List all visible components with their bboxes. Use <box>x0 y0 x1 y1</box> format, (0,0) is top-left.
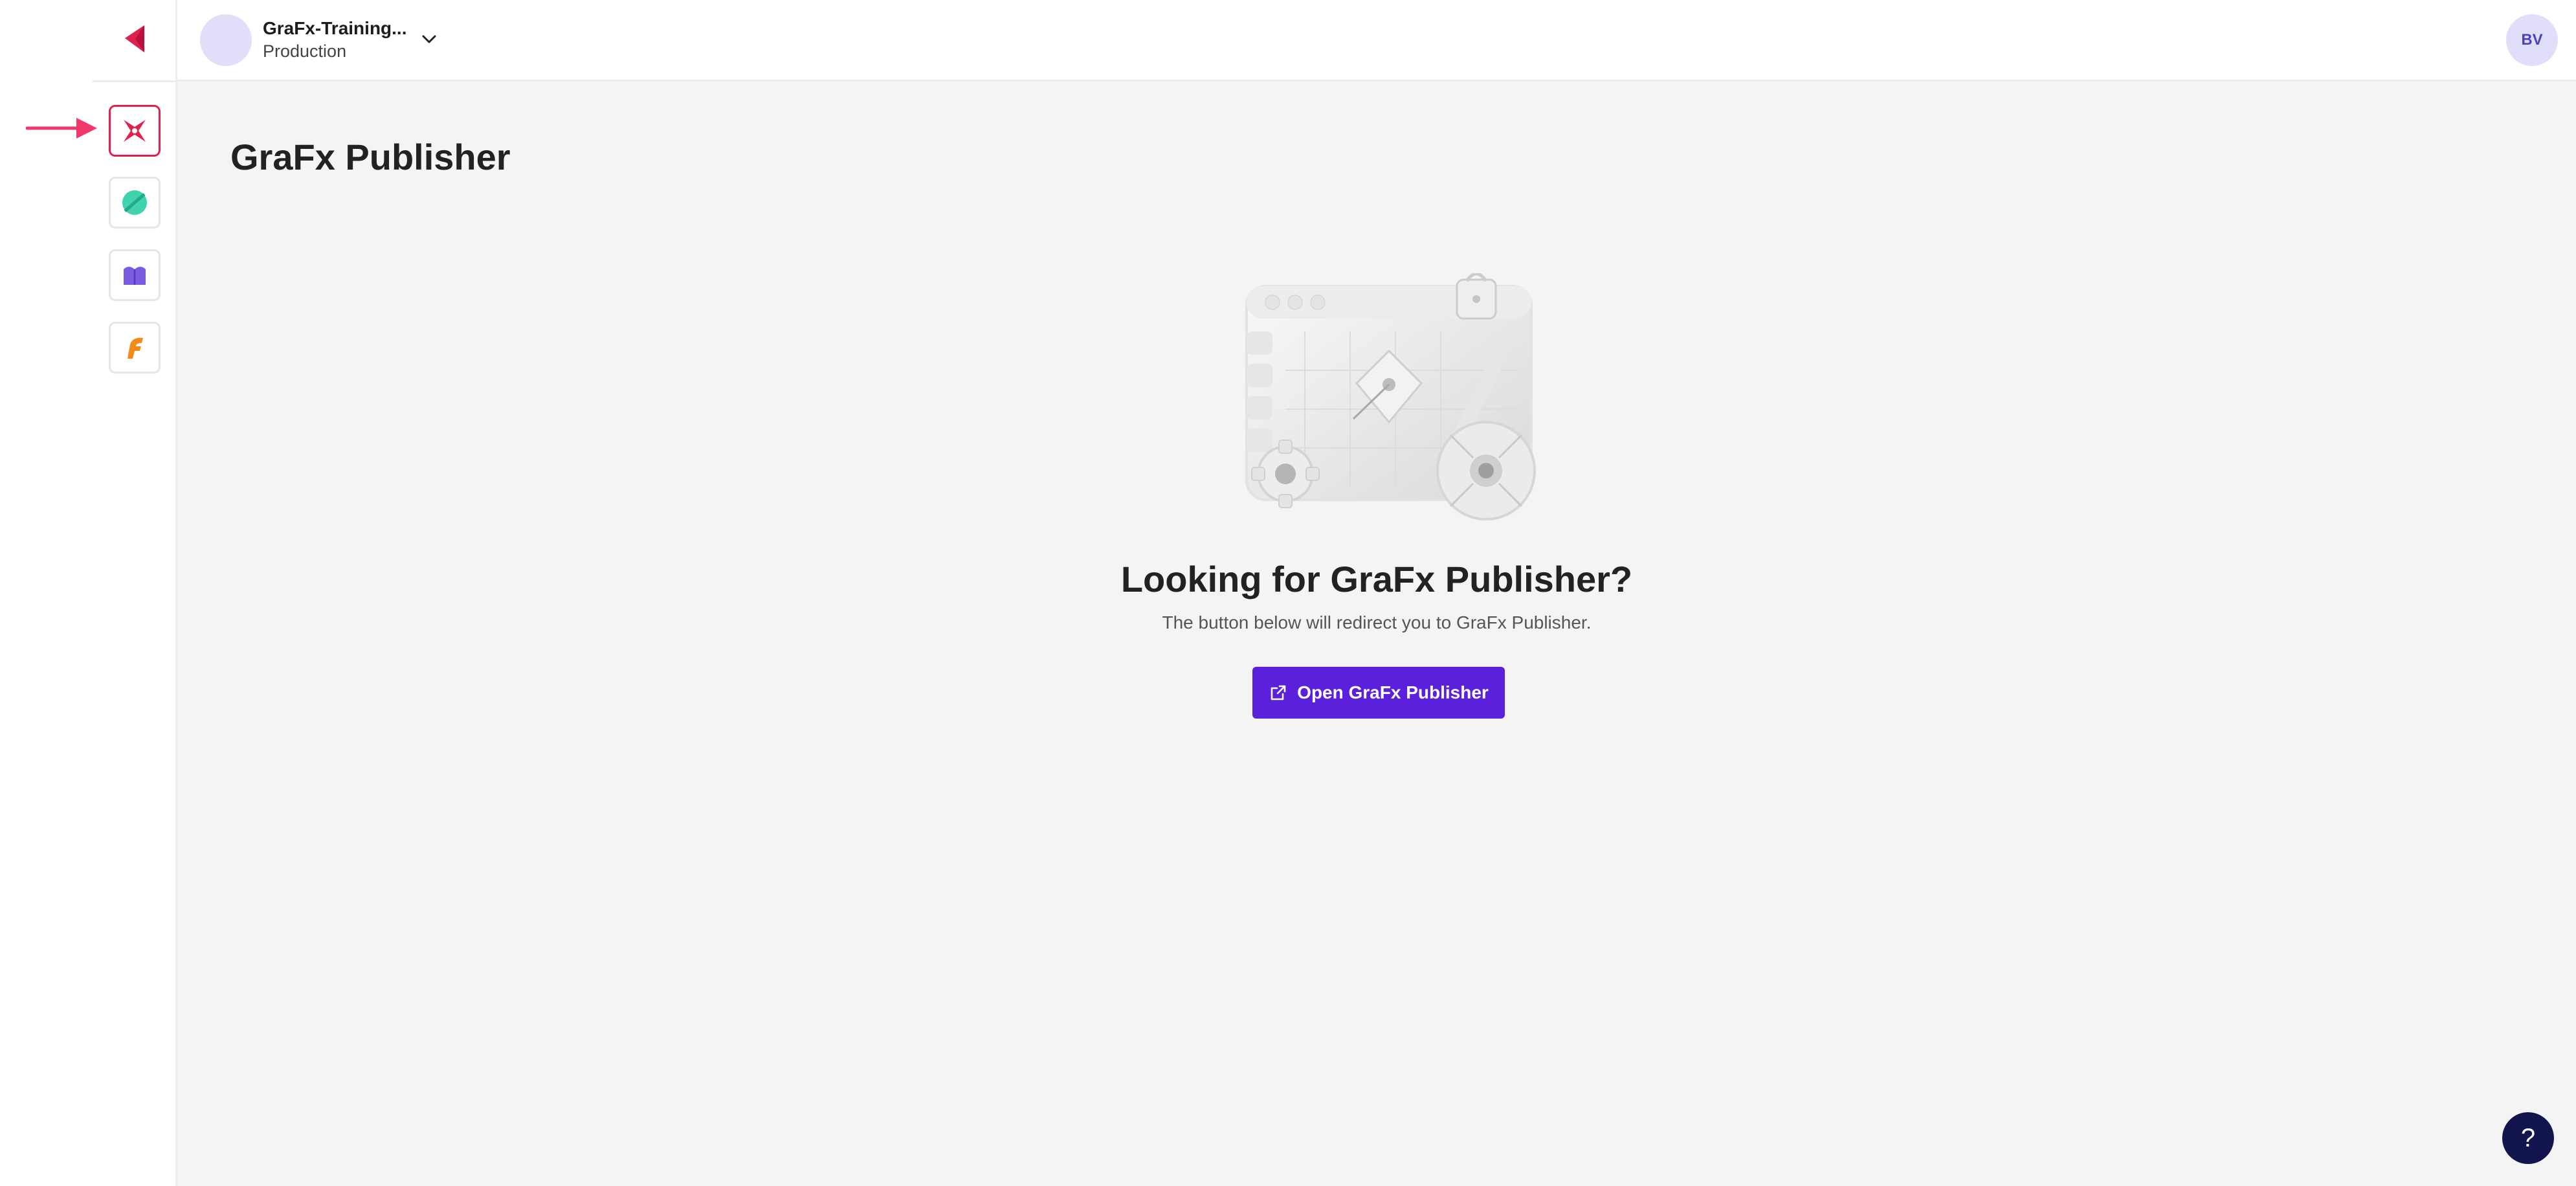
chevron-down-icon[interactable] <box>418 28 440 50</box>
empty-state-description: The button below will redirect you to Gr… <box>1162 612 1592 632</box>
pointer-arrow-icon <box>26 118 97 139</box>
sidebar-item-grafx-app-4[interactable] <box>109 322 161 374</box>
environment-type: Production <box>263 41 347 61</box>
help-label: ? <box>2520 1123 2536 1152</box>
app-shell: GraFx-Training... Production BV GraFx Pu… <box>0 0 2576 1186</box>
chili-logo-icon[interactable] <box>118 23 151 55</box>
teal-leaf-icon <box>122 190 147 215</box>
empty-state-headline: Looking for GraFx Publisher? <box>1120 559 1633 599</box>
external-link-icon <box>1271 685 1286 700</box>
publisher-icon <box>124 120 146 142</box>
help-button[interactable]: ? <box>2502 1112 2554 1164</box>
top-bar: GraFx-Training... Production BV <box>177 0 2576 82</box>
environment-name[interactable]: GraFx-Training... <box>263 18 406 39</box>
purple-book-icon <box>124 267 146 285</box>
main-content: GraFx Publisher Looking for GraFx Publis… <box>177 82 2576 1186</box>
page-title: GraFx Publisher <box>230 137 511 177</box>
open-button-label: Open GraFx Publisher <box>1297 682 1489 702</box>
app-sidebar <box>0 0 177 1186</box>
open-grafx-publisher-button[interactable]: Open GraFx Publisher <box>1252 667 1505 719</box>
user-avatar[interactable]: BV <box>2506 14 2558 66</box>
orange-f-icon <box>128 337 143 359</box>
publisher-illustration <box>1245 273 1536 520</box>
sidebar-item-grafx-app-3[interactable] <box>109 249 161 301</box>
environment-avatar[interactable] <box>200 14 252 66</box>
sidebar-item-grafx-publisher[interactable] <box>109 105 161 157</box>
sidebar-item-grafx-app-2[interactable] <box>109 177 161 229</box>
rail-divider <box>93 80 177 82</box>
